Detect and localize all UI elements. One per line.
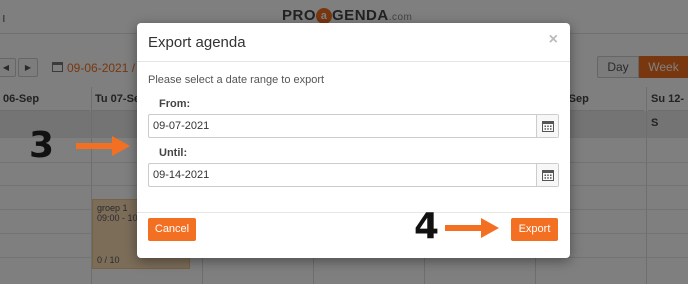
from-date-field xyxy=(148,114,559,138)
until-label: Until: xyxy=(159,147,188,159)
until-date-picker-button[interactable] xyxy=(536,164,558,186)
from-date-picker-button[interactable] xyxy=(536,115,558,137)
dialog-header: Export agenda × xyxy=(137,23,570,62)
dialog-footer-divider xyxy=(137,212,570,213)
dialog-description: Please select a date range to export xyxy=(148,74,325,86)
until-date-input[interactable] xyxy=(149,164,537,186)
export-button[interactable]: Export xyxy=(511,218,558,241)
step-4-marker: 4 xyxy=(414,206,440,247)
cancel-button[interactable]: Cancel xyxy=(148,218,196,241)
arrow-right-icon xyxy=(76,136,130,156)
dialog-title: Export agenda xyxy=(148,34,246,51)
from-date-input[interactable] xyxy=(149,115,537,137)
from-label: From: xyxy=(159,98,191,110)
step-3-marker: 3 xyxy=(29,125,55,166)
export-agenda-dialog: Export agenda × Please select a date ran… xyxy=(137,23,570,258)
calendar-icon xyxy=(542,121,554,132)
calendar-icon xyxy=(542,170,554,181)
until-date-field xyxy=(148,163,559,187)
close-icon[interactable]: × xyxy=(549,31,558,49)
arrow-right-icon xyxy=(445,218,499,238)
